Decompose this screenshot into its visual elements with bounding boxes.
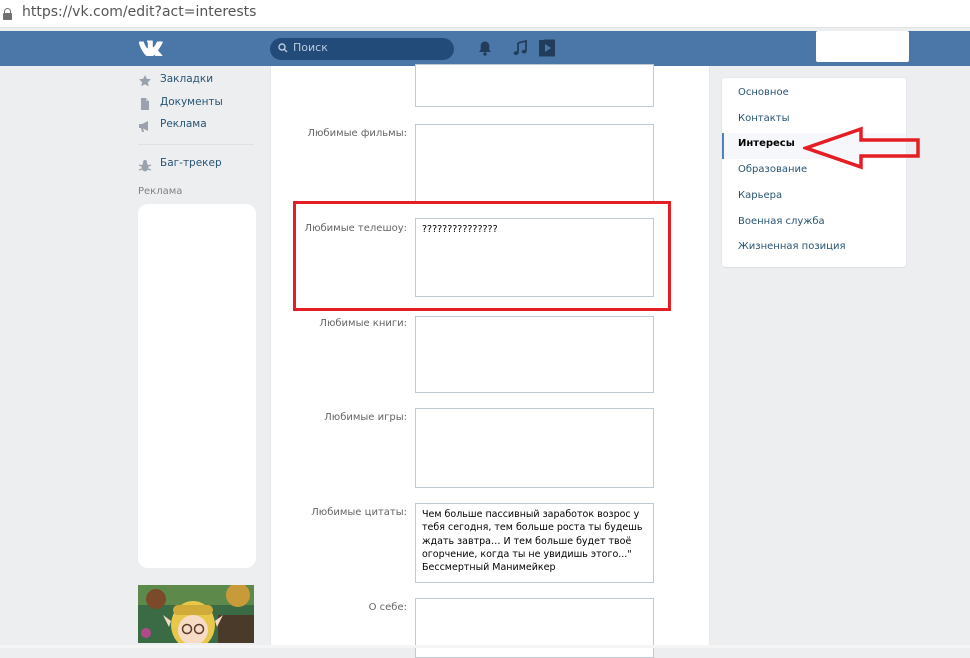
ad-banner[interactable] xyxy=(138,204,256,568)
menu-item-main[interactable]: Основное xyxy=(722,82,906,108)
browser-address-bar[interactable]: https://vk.com/edit?act=interests xyxy=(0,0,970,28)
video-play-icon[interactable] xyxy=(537,39,557,57)
menu-item-label: Контакты xyxy=(738,112,790,124)
favorite-movies-textarea[interactable] xyxy=(415,124,654,202)
sidebar-item-bookmarks[interactable]: Закладки xyxy=(138,70,256,93)
about-label: О себе: xyxy=(368,602,407,613)
red-arrow-icon xyxy=(803,126,920,170)
sidebar-item-label: Реклама xyxy=(160,118,207,130)
menu-item-label: Интересы xyxy=(738,138,795,150)
ads-heading: Реклама xyxy=(138,186,183,197)
top-textarea[interactable] xyxy=(415,64,654,107)
favorite-games-textarea[interactable] xyxy=(415,408,654,488)
bug-icon xyxy=(138,160,152,172)
document-icon xyxy=(141,97,149,110)
sidebar-item-ads[interactable]: Реклама xyxy=(138,115,256,138)
sidebar-item-documents[interactable]: Документы xyxy=(138,93,256,116)
favorite-movies-label: Любимые фильмы: xyxy=(307,128,407,139)
sidebar-divider xyxy=(138,144,254,145)
user-menu[interactable] xyxy=(816,31,909,62)
menu-item-label: Военная служба xyxy=(738,215,825,227)
sidebar-item-bug-tracker[interactable]: Баг-трекер xyxy=(138,155,256,177)
music-icon[interactable] xyxy=(512,40,528,57)
favorite-quotes-label: Любимые цитаты: xyxy=(311,507,407,518)
sidebar-item-label: Баг-трекер xyxy=(160,157,222,169)
edit-sections-menu: Основное Контакты Интересы Образование К… xyxy=(722,78,906,267)
megaphone-icon xyxy=(139,121,148,132)
menu-item-military[interactable]: Военная служба xyxy=(722,211,906,237)
favorite-books-textarea[interactable] xyxy=(415,316,654,393)
left-sidebar: Закладки Документы Реклама Баг-трекер xyxy=(138,70,256,172)
menu-item-label: Жизненная позиция xyxy=(738,241,846,253)
menu-item-career[interactable]: Карьера xyxy=(722,185,906,211)
bell-icon[interactable] xyxy=(477,40,493,57)
highlight-box xyxy=(293,201,671,311)
lock-icon xyxy=(3,8,12,20)
search-input[interactable]: Поиск xyxy=(270,38,454,60)
about-textarea[interactable] xyxy=(415,598,654,658)
game-character-image xyxy=(138,585,254,643)
vk-logo-icon[interactable] xyxy=(138,40,166,56)
menu-item-label: Образование xyxy=(738,164,808,176)
interests-form: Любимые фильмы: Любимые телешоу: ???????… xyxy=(270,64,710,658)
search-icon xyxy=(278,43,288,53)
sidebar-item-label: Документы xyxy=(160,95,223,108)
ad-game-image[interactable] xyxy=(138,585,254,643)
address-url[interactable]: https://vk.com/edit?act=interests xyxy=(22,4,256,20)
sidebar-item-label: Закладки xyxy=(160,73,214,85)
menu-item-label: Основное xyxy=(738,87,789,98)
menu-item-life-position[interactable]: Жизненная позиция xyxy=(722,236,906,262)
favorite-books-label: Любимые книги: xyxy=(319,318,407,329)
star-icon xyxy=(139,75,151,87)
search-placeholder: Поиск xyxy=(293,41,328,54)
menu-item-label: Карьера xyxy=(738,189,783,201)
favorite-games-label: Любимые игры: xyxy=(324,412,407,423)
top-header: Поиск xyxy=(0,31,970,66)
favorite-quotes-textarea[interactable]: Чем больше пассивный заработок возрос у … xyxy=(415,503,654,583)
